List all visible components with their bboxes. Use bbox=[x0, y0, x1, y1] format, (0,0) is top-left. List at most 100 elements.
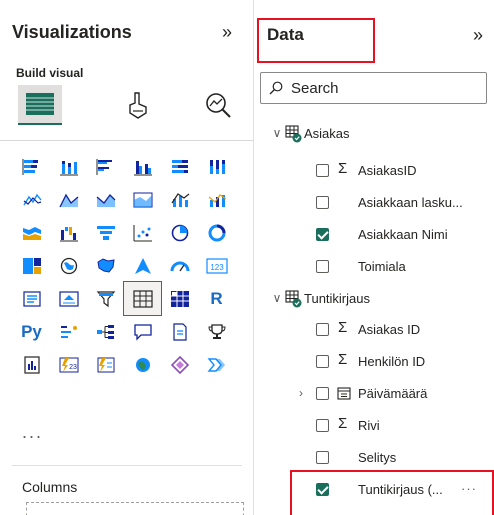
waterfall-chart-icon[interactable] bbox=[50, 216, 87, 249]
visual-type-gallery: 123 R Py 23 bbox=[13, 150, 243, 381]
collapse-data-icon[interactable]: » bbox=[473, 25, 483, 46]
100-stacked-area-chart-icon[interactable] bbox=[124, 183, 161, 216]
build-visual-tab[interactable] bbox=[18, 85, 62, 125]
power-automate-flow-icon[interactable] bbox=[198, 348, 235, 381]
slicer-icon[interactable] bbox=[87, 282, 124, 315]
matrix-icon[interactable] bbox=[161, 282, 198, 315]
field-name: Toimiala bbox=[358, 259, 406, 274]
sigma-icon: Σ bbox=[338, 351, 348, 368]
divider bbox=[0, 140, 253, 141]
field-name: AsiakasID bbox=[358, 163, 417, 178]
stacked-bar-chart-icon[interactable] bbox=[13, 150, 50, 183]
power-apps-visual-icon[interactable]: 23 bbox=[50, 348, 87, 381]
field-name: Asiakas ID bbox=[358, 322, 421, 337]
azure-map-icon[interactable] bbox=[124, 249, 161, 282]
arcgis-map-icon[interactable] bbox=[124, 348, 161, 381]
key-influencers-icon[interactable] bbox=[50, 315, 87, 348]
field-checkbox[interactable] bbox=[316, 387, 329, 400]
field-checkbox[interactable] bbox=[316, 355, 329, 368]
table-visual-icon[interactable] bbox=[123, 281, 162, 316]
field-checkbox[interactable] bbox=[316, 419, 329, 432]
more-visuals-button[interactable]: ... bbox=[22, 422, 43, 443]
field-name: Päivämäärä bbox=[358, 386, 428, 401]
filled-map-icon[interactable] bbox=[87, 249, 124, 282]
collapse-visualizations-icon[interactable]: » bbox=[222, 22, 232, 43]
line-and-stacked-column-chart-icon[interactable] bbox=[161, 183, 198, 216]
field-name: Asiakkaan Nimi bbox=[358, 227, 448, 242]
table-icon bbox=[285, 125, 302, 143]
power-apps-diamond-icon[interactable] bbox=[161, 348, 198, 381]
smart-narrative-icon[interactable] bbox=[161, 315, 198, 348]
columns-drop-zone[interactable] bbox=[26, 502, 244, 515]
paintbrush-icon bbox=[129, 92, 147, 119]
field-checkbox[interactable] bbox=[316, 196, 329, 209]
data-pane-title: Data bbox=[267, 25, 304, 44]
analytics-tab[interactable] bbox=[196, 85, 240, 125]
field-name: Henkilön ID bbox=[358, 354, 426, 369]
field-row[interactable]: Asiakkaan lasku... bbox=[255, 187, 494, 217]
python-visual-label: Py bbox=[21, 321, 42, 341]
field-checkbox[interactable] bbox=[316, 164, 329, 177]
r-visual-icon[interactable]: R bbox=[198, 282, 235, 315]
table-visual-icon bbox=[26, 93, 54, 115]
area-chart-icon[interactable] bbox=[50, 183, 87, 216]
field-name: Asiakkaan lasku... bbox=[358, 195, 463, 210]
search-placeholder: Search bbox=[291, 79, 339, 97]
qa-visual-icon[interactable] bbox=[124, 315, 161, 348]
chevron-right-icon[interactable]: › bbox=[295, 386, 307, 400]
columns-well-label: Columns bbox=[22, 479, 78, 495]
100-stacked-bar-chart-icon[interactable] bbox=[161, 150, 198, 183]
scatter-chart-icon[interactable] bbox=[124, 216, 161, 249]
table-name: Asiakas bbox=[304, 125, 350, 141]
python-visual-icon[interactable]: Py bbox=[13, 315, 50, 348]
table-row-asiakas[interactable]: ∨ Asiakas bbox=[255, 118, 494, 148]
chevron-down-icon[interactable]: ∨ bbox=[271, 126, 283, 140]
field-checkbox-checked[interactable] bbox=[316, 228, 329, 241]
table-name: Tuntikirjaus bbox=[304, 290, 370, 306]
svg-text:23: 23 bbox=[69, 364, 77, 371]
magnifier-chart-icon bbox=[206, 93, 231, 118]
table-icon bbox=[285, 290, 302, 308]
clustered-bar-chart-icon[interactable] bbox=[87, 150, 124, 183]
multi-row-card-icon[interactable] bbox=[13, 282, 50, 315]
kpi-icon[interactable] bbox=[50, 282, 87, 315]
field-checkbox[interactable] bbox=[316, 260, 329, 273]
treemap-icon[interactable] bbox=[13, 249, 50, 282]
donut-chart-icon[interactable] bbox=[198, 216, 235, 249]
stacked-column-chart-icon[interactable] bbox=[50, 150, 87, 183]
field-checkbox[interactable] bbox=[316, 323, 329, 336]
ribbon-chart-icon[interactable] bbox=[13, 216, 50, 249]
field-row[interactable]: Asiakkaan Nimi bbox=[255, 219, 494, 249]
field-row[interactable]: Σ Henkilön ID bbox=[255, 346, 494, 376]
sigma-icon: Σ bbox=[338, 319, 348, 336]
line-and-clustered-column-chart-icon[interactable] bbox=[198, 183, 235, 216]
clustered-column-chart-icon[interactable] bbox=[124, 150, 161, 183]
power-automate-visual-icon[interactable] bbox=[87, 348, 124, 381]
line-chart-icon[interactable] bbox=[13, 183, 50, 216]
100-stacked-column-chart-icon[interactable] bbox=[198, 150, 235, 183]
field-row[interactable]: Σ Rivi bbox=[255, 410, 494, 440]
calendar-hierarchy-icon bbox=[337, 387, 351, 400]
decomposition-tree-icon[interactable] bbox=[87, 315, 124, 348]
pie-chart-icon[interactable] bbox=[161, 216, 198, 249]
paginated-report-icon[interactable] bbox=[13, 348, 50, 381]
stacked-area-chart-icon[interactable] bbox=[87, 183, 124, 216]
field-row[interactable]: Selitys bbox=[255, 442, 494, 472]
field-row[interactable]: Σ Asiakas ID bbox=[255, 314, 494, 344]
chevron-down-icon[interactable]: ∨ bbox=[271, 291, 283, 305]
field-row[interactable]: Toimiala bbox=[255, 251, 494, 281]
field-name: Rivi bbox=[358, 418, 380, 433]
card-icon[interactable]: 123 bbox=[198, 249, 235, 282]
r-visual-label: R bbox=[210, 288, 223, 308]
funnel-chart-icon[interactable] bbox=[87, 216, 124, 249]
search-input[interactable]: Search bbox=[260, 72, 487, 104]
field-row[interactable]: Σ AsiakasID bbox=[255, 155, 494, 185]
field-checkbox[interactable] bbox=[316, 451, 329, 464]
map-icon[interactable] bbox=[50, 249, 87, 282]
goals-trophy-icon[interactable] bbox=[198, 315, 235, 348]
gauge-icon[interactable] bbox=[161, 249, 198, 282]
visualizations-pane: Visualizations » Build visual 123 R Py 2… bbox=[0, 0, 254, 515]
format-visual-tab[interactable] bbox=[116, 85, 160, 125]
table-row-tuntikirjaus[interactable]: ∨ Tuntikirjaus bbox=[255, 283, 494, 313]
field-row-hierarchy[interactable]: › Päivämäärä bbox=[255, 378, 494, 408]
